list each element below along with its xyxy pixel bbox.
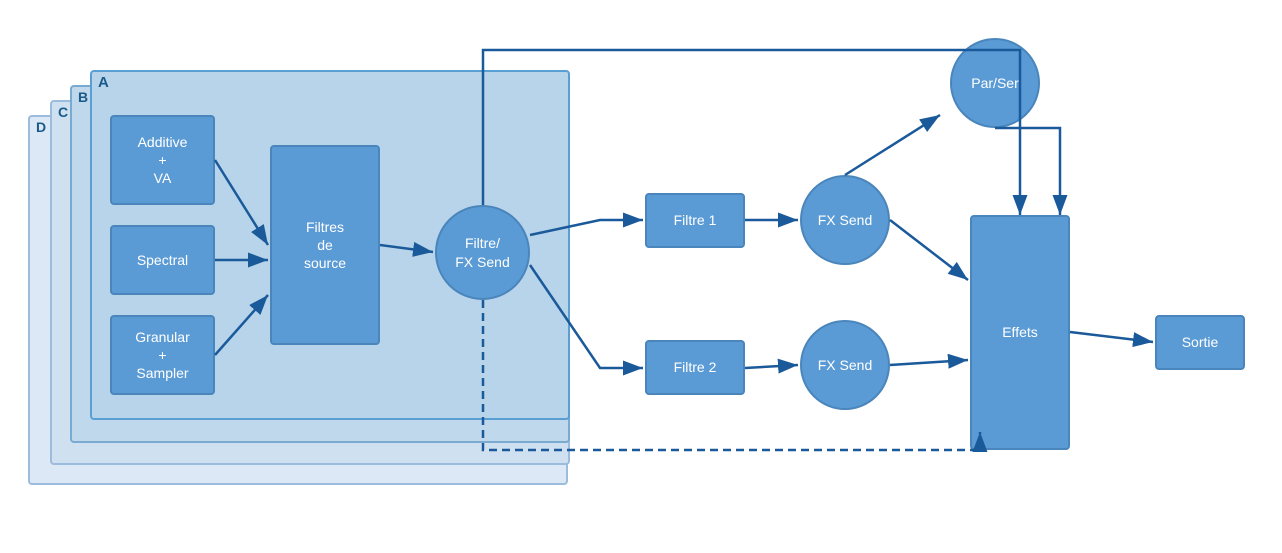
box-fx-send2: FX Send (800, 320, 890, 410)
box-effets: Effets (970, 215, 1070, 450)
box-additive-va: Additive + VA (110, 115, 215, 205)
label-panel-d: D (36, 119, 46, 135)
box-filtre-fx-send: Filtre/ FX Send (435, 205, 530, 300)
box-filtre1: Filtre 1 (645, 193, 745, 248)
box-par-ser: Par/Ser (950, 38, 1040, 128)
label-panel-c: C (58, 104, 68, 120)
box-filtre2: Filtre 2 (645, 340, 745, 395)
label-panel-b: B (78, 89, 88, 105)
box-spectral: Spectral (110, 225, 215, 295)
box-fx-send1: FX Send (800, 175, 890, 265)
box-filtres-source: Filtres de source (270, 145, 380, 345)
diagram-container: A B C D Additive + VA Spectral Granular … (0, 0, 1282, 553)
box-granular: Granular + Sampler (110, 315, 215, 395)
box-sortie: Sortie (1155, 315, 1245, 370)
label-panel-a: A (98, 74, 109, 91)
